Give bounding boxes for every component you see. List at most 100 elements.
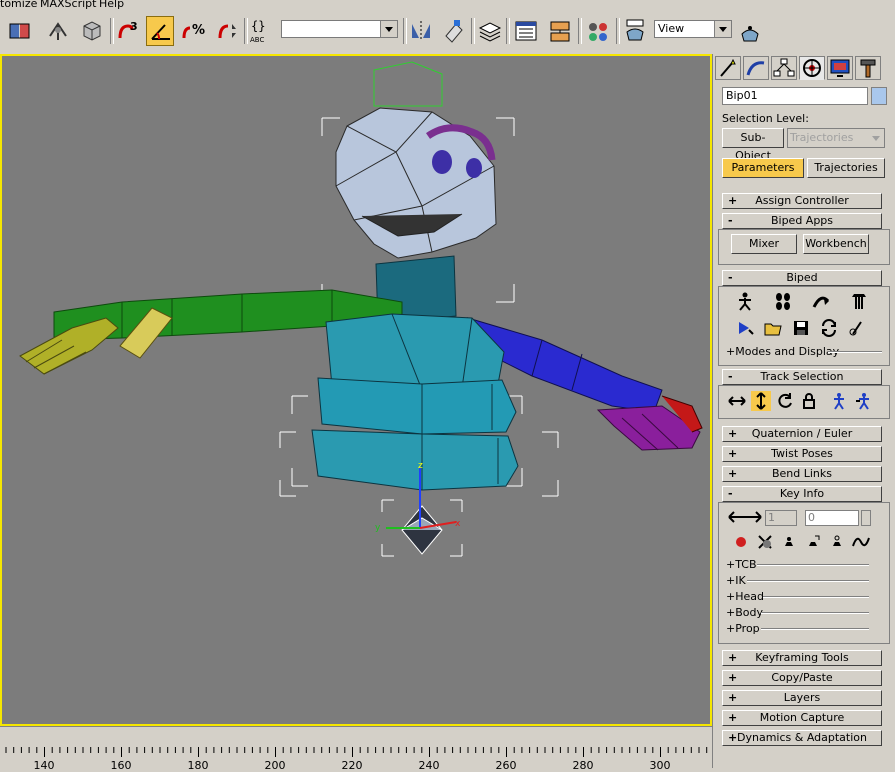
quick-render-icon[interactable]	[736, 16, 764, 46]
utilities-tab[interactable]	[855, 56, 881, 80]
save-file-icon[interactable]	[791, 318, 811, 338]
timeline-tick-label: 180	[187, 759, 209, 772]
timeline-tick-label: 200	[264, 759, 286, 772]
lock-cog-icon[interactable]	[799, 391, 819, 411]
delete-key-icon[interactable]	[755, 532, 775, 552]
render-scene-icon[interactable]	[621, 16, 649, 46]
body-rotation-icon[interactable]	[775, 391, 795, 411]
timeline-tick-label: 160	[110, 759, 132, 772]
svg-text:3: 3	[130, 20, 138, 33]
display-tab[interactable]	[827, 56, 853, 80]
material-editor-icon[interactable]	[584, 16, 612, 46]
spinner-arrows-icon[interactable]	[861, 510, 871, 526]
rollout-biped[interactable]: - Biped	[722, 270, 882, 286]
menu-help[interactable]: Help	[99, 0, 124, 10]
svg-text:{}: {}	[251, 19, 265, 33]
create-tab[interactable]	[715, 56, 741, 80]
rollout-key-info[interactable]: - Key Info	[722, 486, 882, 502]
workbench-button[interactable]: Workbench	[803, 234, 869, 254]
command-panel: Bip01 Selection Level: Sub-Object Trajec…	[712, 54, 895, 768]
align-icon[interactable]	[440, 16, 468, 46]
modify-tab[interactable]	[743, 56, 769, 80]
rollout-track-selection[interactable]: - Track Selection	[722, 369, 882, 385]
timeline-tick-label: 300	[649, 759, 671, 772]
perspective-viewport[interactable]: z x y	[0, 54, 712, 726]
snap-3d-icon[interactable]: 3	[114, 16, 142, 46]
subrollout-ik[interactable]: +IK	[726, 574, 746, 587]
bind-space-warp-icon[interactable]	[44, 16, 72, 46]
subrollout-divider	[747, 580, 869, 582]
chevron-down-icon	[714, 21, 731, 37]
menu-maxscript[interactable]: MAXScript	[40, 0, 96, 10]
schematic-view-icon[interactable]	[546, 16, 574, 46]
subrollout-divider	[828, 351, 882, 353]
sub-object-button[interactable]: Sub-Object	[722, 128, 784, 162]
rollout-dynamics-adaptation[interactable]: + Dynamics & Adaptation	[722, 730, 882, 746]
mixer-mode-icon[interactable]	[849, 291, 869, 311]
rollout-layers[interactable]: + Layers	[722, 690, 882, 706]
rollout-twist-poses[interactable]: + Twist Poses	[722, 446, 882, 462]
named-selection-set-dropdown[interactable]	[281, 20, 398, 38]
rollout-assign-controller[interactable]: + Assign Controller	[722, 193, 882, 209]
rollout-quaternion-euler[interactable]: + Quaternion / Euler	[722, 426, 882, 442]
percent-snap-icon[interactable]: %	[180, 16, 208, 46]
move-all-mode-icon[interactable]	[847, 318, 867, 338]
parameters-tab-button[interactable]: Parameters	[722, 158, 804, 178]
rollout-copy-paste[interactable]: + Copy/Paste	[722, 670, 882, 686]
bend-icon	[746, 61, 765, 76]
set-key-icon[interactable]	[731, 532, 751, 552]
figure-mode-icon[interactable]	[735, 291, 755, 311]
next-key-icon[interactable]	[743, 507, 763, 527]
mirror-icon[interactable]	[407, 16, 435, 46]
toolbar-separator	[471, 18, 475, 44]
toolbar-separator	[578, 18, 582, 44]
subrollout-tcb[interactable]: +TCB	[726, 558, 757, 571]
symmetrical-icon[interactable]	[829, 391, 849, 411]
convert-icon[interactable]	[819, 318, 839, 338]
spinner-snap-icon[interactable]	[214, 16, 242, 46]
body-horizontal-icon[interactable]	[727, 391, 747, 411]
render-type-dropdown[interactable]: View	[654, 20, 732, 38]
subrollout-divider	[757, 564, 869, 566]
wand-icon	[720, 58, 736, 77]
cube-icon[interactable]	[78, 16, 106, 46]
subrollout-prop[interactable]: +Prop	[726, 622, 760, 635]
footstep-mode-icon[interactable]	[773, 291, 793, 311]
object-name-field[interactable]: Bip01	[722, 87, 868, 105]
set-free-key-icon[interactable]	[827, 532, 847, 552]
playback-icon[interactable]	[735, 318, 755, 338]
object-color-swatch[interactable]	[871, 87, 887, 105]
svg-text:ABC: ABC	[250, 36, 264, 44]
edit-named-selection-icon[interactable]: {} ABC	[248, 16, 276, 46]
rollout-biped-apps[interactable]: - Biped Apps	[722, 213, 882, 229]
angle-snap-icon[interactable]	[146, 16, 174, 46]
rollout-keyframing-tools[interactable]: + Keyframing Tools	[722, 650, 882, 666]
modes-and-display-subrollout[interactable]: +Modes and Display	[726, 345, 839, 358]
select-filter-icon[interactable]	[6, 16, 34, 46]
subrollout-head[interactable]: +Head	[726, 590, 764, 603]
timeline-tick-label: 240	[418, 759, 440, 772]
rollout-bend-links[interactable]: + Bend Links	[722, 466, 882, 482]
load-file-icon[interactable]	[763, 318, 783, 338]
set-sliding-key-icon[interactable]	[803, 532, 823, 552]
hierarchy-tab[interactable]	[771, 56, 797, 80]
layer-manager-icon[interactable]	[476, 16, 504, 46]
set-planted-key-icon[interactable]	[779, 532, 799, 552]
motion-flow-mode-icon[interactable]	[811, 291, 831, 311]
timeline-ruler[interactable]: 140 160 180 200 220 240 260 280 300	[0, 726, 712, 772]
trajectories-tab-button[interactable]: Trajectories	[807, 158, 885, 178]
trajectories-dropdown[interactable]: Trajectories	[787, 128, 885, 148]
curve-editor-icon[interactable]	[512, 16, 540, 46]
menu-customize[interactable]: tomize	[0, 0, 37, 10]
trajectories-curve-icon[interactable]	[851, 532, 871, 552]
toolbar-separator	[616, 18, 620, 44]
key-time-spinner[interactable]: 0	[805, 510, 859, 526]
subrollout-body[interactable]: +Body	[726, 606, 763, 619]
rollout-motion-capture[interactable]: + Motion Capture	[722, 710, 882, 726]
axis-x-label: x	[455, 519, 461, 529]
mixer-button[interactable]: Mixer	[731, 234, 797, 254]
key-number-spinner[interactable]: 1	[765, 510, 797, 526]
motion-tab[interactable]	[799, 56, 825, 80]
opposite-icon[interactable]	[853, 391, 873, 411]
body-vertical-icon[interactable]	[751, 391, 771, 411]
